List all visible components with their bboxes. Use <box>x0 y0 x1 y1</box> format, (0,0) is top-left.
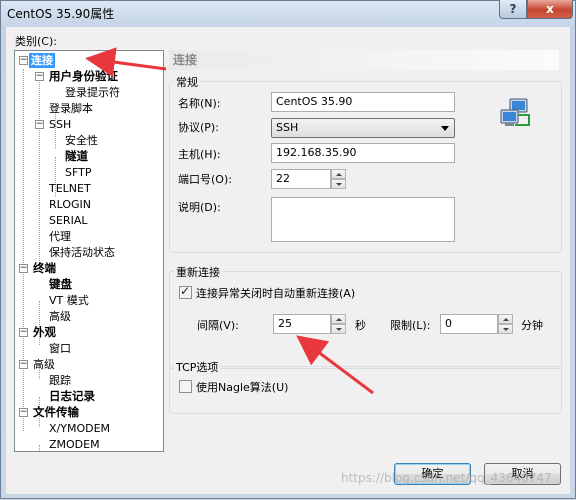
arrow-to-connection <box>85 47 167 78</box>
arrow-to-interval <box>296 335 374 395</box>
watermark: https://blog.csdn.net/qq_43640747 <box>341 471 552 485</box>
annotation-arrows <box>85 47 374 395</box>
properties-window: CentOS 35.90属性 ? x 类别(C): − 连接 − 用户身份验证 … <box>0 0 576 499</box>
